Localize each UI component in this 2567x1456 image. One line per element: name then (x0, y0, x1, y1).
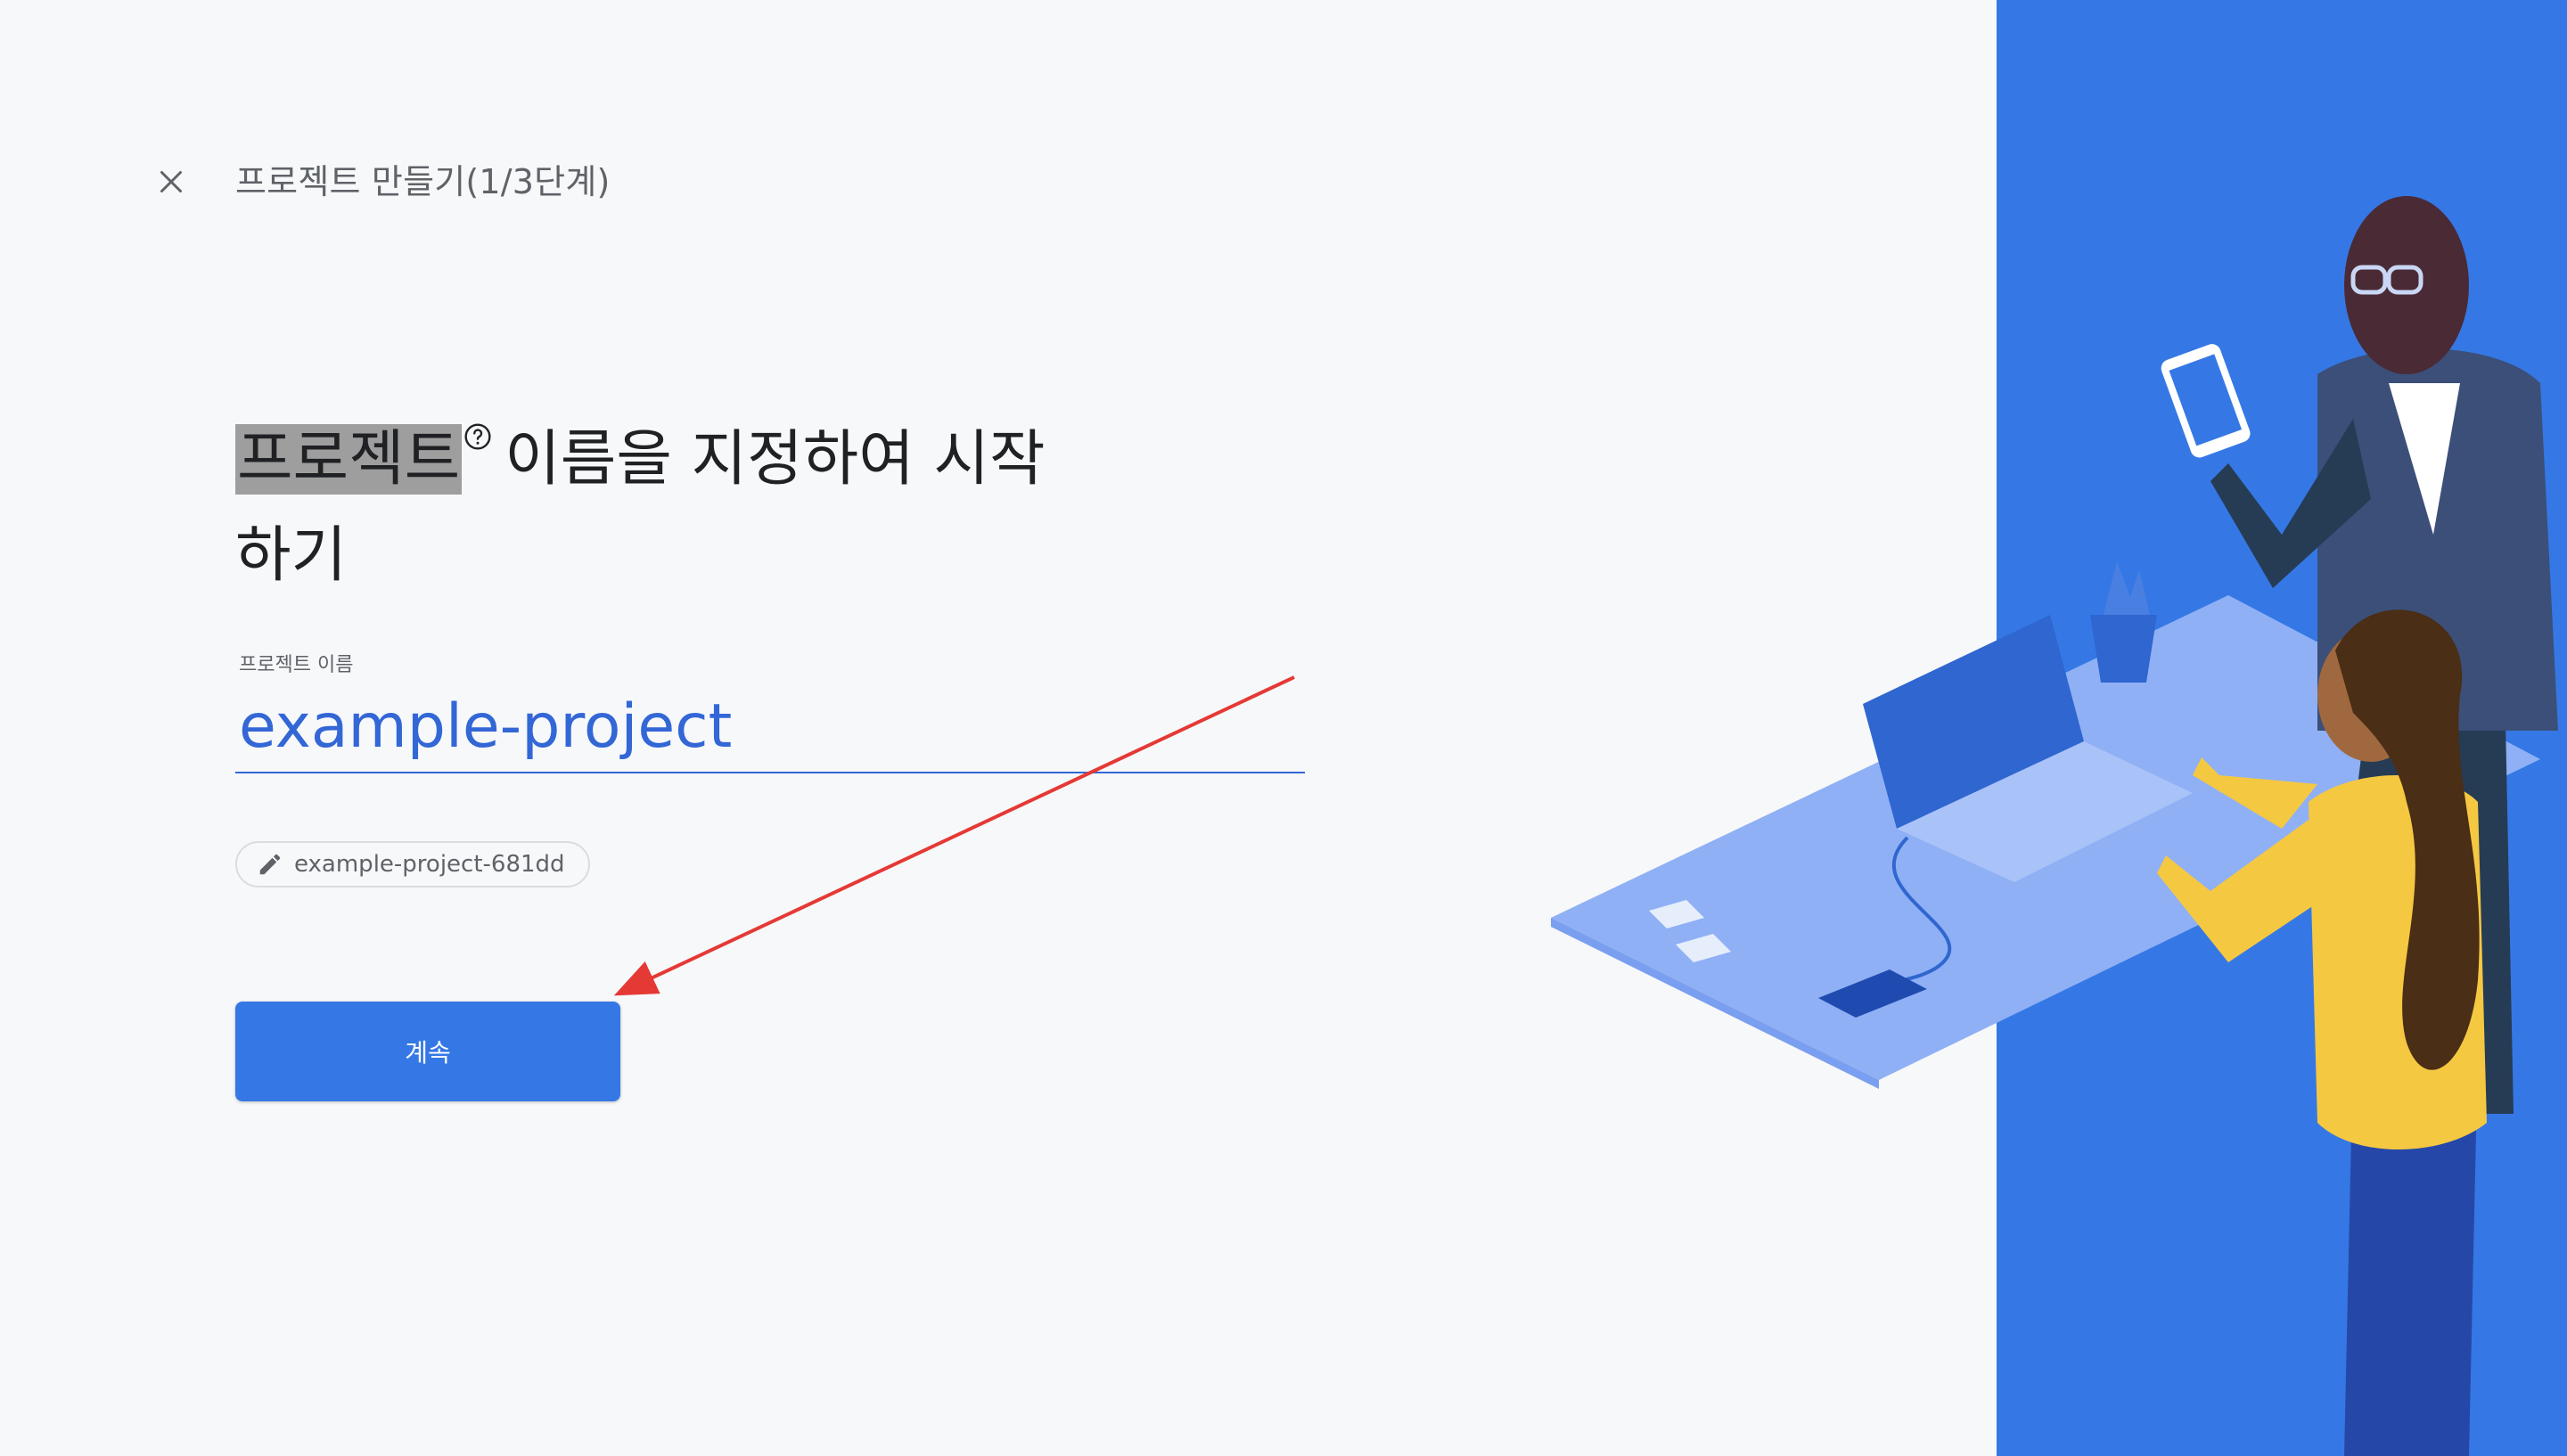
project-id-chip[interactable]: example-project-681dd (235, 841, 590, 888)
help-circle-icon[interactable] (463, 422, 492, 451)
phone-in-hand (2161, 344, 2251, 458)
project-id-text: example-project-681dd (294, 851, 565, 878)
heading-line2: 하기 (235, 520, 348, 591)
illustration (1551, 196, 2558, 1456)
close-button[interactable] (146, 157, 196, 207)
pencil-icon (259, 854, 281, 875)
highlighted-word: 프로젝트 (235, 424, 463, 495)
page-heading: 프로젝트 이름을 지정하여 시작 하기 (235, 412, 1073, 604)
project-name-label: 프로젝트 이름 (239, 654, 354, 676)
close-icon (160, 171, 182, 192)
continue-button[interactable]: 계속 (235, 1002, 620, 1101)
heading-line1-rest: 이름을 지정하여 시작 (504, 424, 1046, 495)
man-head (2344, 196, 2469, 374)
create-project-page: 프로젝트 만들기(1/3단계) 프로젝트 이름을 지정하여 시작 하기 프로젝트… (0, 0, 2567, 1456)
step-title: 프로젝트 만들기(1/3단계) (235, 162, 611, 201)
project-name-input[interactable] (235, 681, 1305, 773)
